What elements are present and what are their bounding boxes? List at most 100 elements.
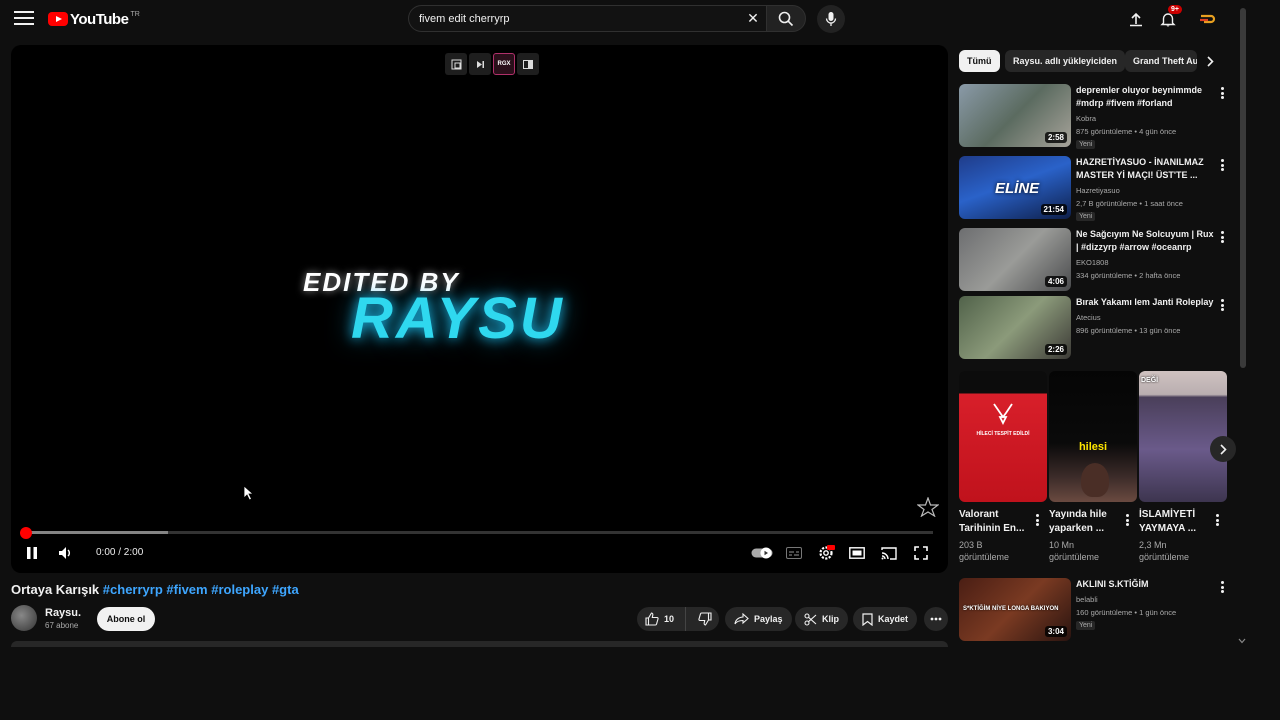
more-options-icon[interactable] — [1216, 86, 1228, 100]
fullscreen-button[interactable] — [911, 543, 931, 563]
chip-gta[interactable]: Grand Theft Auto — [1125, 50, 1197, 72]
duration-badge: 4:06 — [1044, 276, 1067, 287]
recommendation-stats: 160 görüntüleme • 1 gün önce — [1076, 608, 1177, 617]
chips-next-icon[interactable] — [1202, 53, 1218, 69]
subtitles-button[interactable] — [785, 543, 803, 563]
upload-icon[interactable] — [1124, 7, 1148, 31]
scrubber-handle[interactable] — [20, 527, 32, 539]
avatar[interactable] — [1196, 7, 1220, 31]
more-options-icon[interactable] — [1211, 513, 1223, 527]
more-actions-button[interactable] — [924, 607, 948, 631]
recommendation-channel[interactable]: EKO1808 — [1076, 258, 1109, 267]
description-box[interactable] — [11, 641, 948, 647]
shorts-next-button[interactable] — [1210, 436, 1236, 462]
short-item[interactable]: hilesi Yayında hile yaparken ... 10 Mn g… — [1049, 371, 1137, 563]
search-button[interactable] — [766, 5, 806, 32]
menu-icon[interactable] — [14, 11, 34, 27]
like-button[interactable]: 10 — [637, 607, 687, 631]
short-item[interactable]: HİLECİ TESPİT EDİLDİ Valorant Tarihinin … — [959, 371, 1047, 563]
recommendation-channel[interactable]: Atecius — [1076, 313, 1101, 322]
short-thumbnail[interactable]: hilesi — [1049, 371, 1137, 502]
search-icon — [778, 11, 794, 26]
short-thumbnail[interactable]: HİLECİ TESPİT EDİLDİ — [959, 371, 1047, 502]
chip-from-uploader[interactable]: Raysu. adlı yükleyiciden — [1005, 50, 1126, 72]
channel-avatar[interactable] — [11, 605, 37, 631]
pause-button[interactable] — [23, 543, 41, 563]
search-input[interactable] — [419, 6, 739, 31]
thumbnail-text: S*KTİĞİM NİYE LONGA BAKIYON — [963, 606, 1059, 612]
hashtag-link[interactable]: #fivem — [166, 582, 207, 597]
chip-all[interactable]: Tümü — [959, 50, 1000, 72]
hashtag-link[interactable]: #gta — [272, 582, 299, 597]
more-horizontal-icon — [930, 617, 942, 621]
star-logo-icon — [917, 497, 939, 517]
bell-icon[interactable]: 9+ — [1156, 5, 1182, 31]
hashtag-link[interactable]: #roleplay — [211, 582, 268, 597]
more-options-icon[interactable] — [1121, 513, 1133, 527]
scroll-down-icon[interactable] — [1238, 638, 1246, 644]
progress-bar[interactable] — [25, 531, 933, 534]
recommendation-title[interactable]: Ne Sağcıyım Ne Solcuyum | Rux | #dizzyrp… — [1076, 228, 1216, 254]
time-display: 0:00 / 2:00 — [96, 547, 144, 558]
clear-search-icon[interactable]: ✕ — [746, 11, 760, 25]
more-options-icon[interactable] — [1216, 298, 1228, 312]
share-button[interactable]: Paylaş — [725, 607, 792, 631]
recommendation-channel[interactable]: Hazretiyasuo — [1076, 186, 1120, 195]
skip-icon[interactable] — [469, 53, 491, 75]
channel-name[interactable]: Raysu. — [45, 607, 81, 619]
recommendation-title[interactable]: depremler oluyor beynimmde #mdrp #fivem … — [1076, 84, 1216, 110]
recommendation-channel[interactable]: belabli — [1076, 595, 1098, 604]
pause-icon — [27, 547, 37, 559]
cast-button[interactable] — [879, 543, 899, 563]
save-label: Kaydet — [878, 614, 909, 624]
autoplay-toggle[interactable] — [751, 543, 773, 563]
short-thumbnail[interactable]: DEĞİ — [1139, 371, 1227, 502]
page-scrollbar[interactable] — [1240, 8, 1246, 368]
theater-mode-button[interactable] — [847, 543, 867, 563]
short-title[interactable]: Yayında hile yaparken ... — [1049, 508, 1123, 536]
recommendation-item[interactable]: S*KTİĞİM NİYE LONGA BAKIYON 3:04 AKLINI … — [959, 578, 1234, 644]
video-thumbnail[interactable]: S*KTİĞİM NİYE LONGA BAKIYON 3:04 — [959, 578, 1071, 641]
panel-icon[interactable] — [517, 53, 539, 75]
streamer-face — [1081, 463, 1109, 497]
short-thumbnail-text: HİLECİ TESPİT EDİLDİ — [976, 431, 1030, 437]
hashtag-link[interactable]: #cherryrp — [103, 582, 163, 597]
recommendation-item[interactable]: 4:06 Ne Sağcıyım Ne Solcuyum | Rux | #di… — [959, 228, 1234, 294]
recommendation-title[interactable]: HAZRETİYASUO - İNANILMAZ MASTER Yİ MAÇI!… — [1076, 156, 1216, 182]
more-options-icon[interactable] — [1216, 230, 1228, 244]
recommendation-item[interactable]: 2:26 Bırak Yakamı lem Janti Roleplay Ate… — [959, 296, 1234, 362]
theater-icon — [849, 547, 865, 559]
short-item[interactable]: DEĞİ İSLAMİYETİ YAYMAYA ... 2,3 Mn görün… — [1139, 371, 1227, 563]
recommendation-item[interactable]: ELİNE 21:54 HAZRETİYASUO - İNANILMAZ MAS… — [959, 156, 1234, 222]
short-title[interactable]: Valorant Tarihinin En... — [959, 508, 1033, 536]
settings-button[interactable] — [815, 543, 837, 563]
dislike-button[interactable] — [691, 607, 719, 631]
video-thumbnail[interactable]: 2:58 — [959, 84, 1071, 147]
recommendation-title[interactable]: Bırak Yakamı lem Janti Roleplay — [1076, 296, 1216, 309]
more-options-icon[interactable] — [1031, 513, 1043, 527]
video-player[interactable]: RGX EDITED BY RAYSU 0:00 / 2:00 — [11, 45, 948, 573]
duration-badge: 2:26 — [1044, 344, 1067, 355]
recommendation-title[interactable]: AKLINI S.KTİĞİM — [1076, 578, 1216, 591]
video-thumbnail[interactable]: 4:06 — [959, 228, 1071, 291]
subscribe-button[interactable]: Abone ol — [97, 607, 155, 631]
more-options-icon[interactable] — [1216, 580, 1228, 594]
short-title[interactable]: İSLAMİYETİ YAYMAYA ... — [1139, 508, 1213, 536]
volume-button[interactable] — [55, 543, 77, 563]
recommendation-channel[interactable]: Kobra — [1076, 114, 1096, 123]
youtube-logo[interactable]: YouTube TR — [48, 10, 140, 28]
like-dislike-group: 10 — [637, 607, 719, 631]
autoplay-toggle-icon — [751, 547, 773, 559]
video-thumbnail[interactable]: ELİNE 21:54 — [959, 156, 1071, 219]
voice-search-button[interactable] — [817, 5, 845, 33]
new-badge: Yeni — [1076, 140, 1096, 149]
scissors-icon — [804, 612, 817, 626]
video-thumbnail[interactable]: 2:26 — [959, 296, 1071, 359]
clip-button[interactable]: Klip — [795, 607, 848, 631]
recommendation-item[interactable]: 2:58 depremler oluyor beynimmde #mdrp #f… — [959, 84, 1234, 150]
rgx-extension-button[interactable]: RGX — [493, 53, 515, 75]
picture-in-picture-icon[interactable] — [445, 53, 467, 75]
save-button[interactable]: Kaydet — [853, 607, 918, 631]
cast-icon — [881, 546, 897, 560]
more-options-icon[interactable] — [1216, 158, 1228, 172]
